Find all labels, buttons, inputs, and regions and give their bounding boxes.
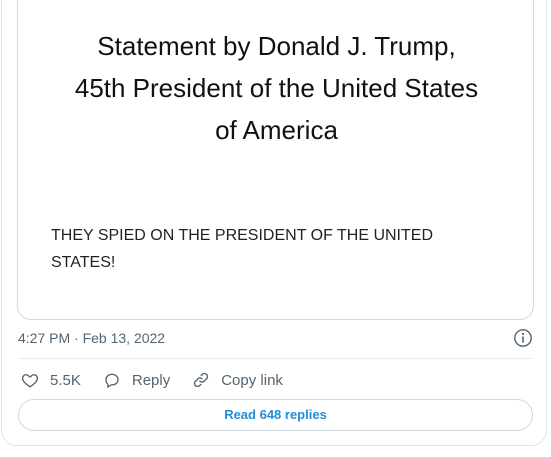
statement-title-line: Statement by Donald J. Trump,	[97, 31, 456, 61]
divider	[18, 358, 533, 359]
copy-link-button[interactable]: Copy link	[192, 371, 283, 389]
statement-body-line: THEY SPIED ON THE PRESIDENT OF THE UNITE…	[51, 227, 433, 244]
info-circle-icon[interactable]	[513, 328, 533, 348]
statement-title: Statement by Donald J. Trump, 45th Presi…	[18, 25, 535, 151]
statement-title-line: of America	[215, 115, 338, 145]
statement-title-line: 45th President of the United States	[74, 73, 479, 103]
copy-link-label: Copy link	[221, 371, 283, 389]
statement-body-line: STATES!	[51, 254, 116, 271]
like-count: 5.5K	[50, 371, 81, 389]
reply-label: Reply	[131, 371, 171, 389]
tweet-actions: 5.5K Reply Copy link	[21, 368, 305, 392]
reply-button[interactable]: Reply	[103, 371, 170, 389]
statement-body: THEY SPIED ON THE PRESIDENT OF THE UNITE…	[51, 222, 491, 276]
statement-image[interactable]: Statement by Donald J. Trump, 45th Presi…	[17, 0, 534, 320]
link-icon	[194, 372, 209, 388]
speech-bubble-icon	[105, 373, 119, 388]
like-button[interactable]: 5.5K	[21, 371, 81, 389]
heart-icon	[21, 374, 39, 388]
tweet-timestamp[interactable]: 4:27 PM · Feb 13, 2022	[18, 330, 165, 346]
tweet-meta: 4:27 PM · Feb 13, 2022	[18, 327, 533, 351]
read-replies-button[interactable]: Read 648 replies	[18, 399, 533, 431]
